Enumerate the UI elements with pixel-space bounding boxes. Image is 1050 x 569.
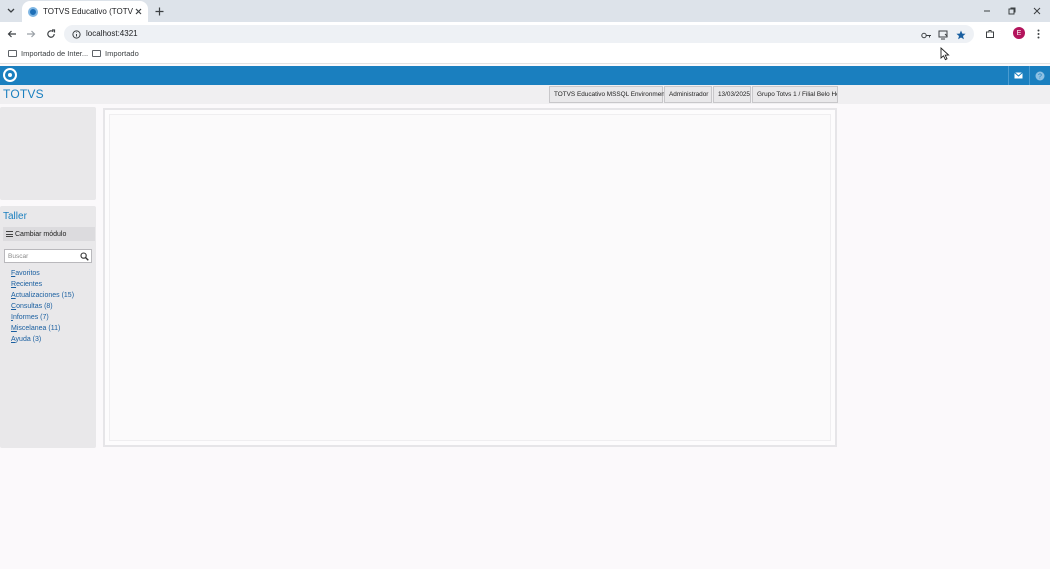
hamburger-icon (6, 231, 13, 237)
sidebar: Taller Cambiar módulo Buscar Favoritos R… (0, 206, 96, 448)
main-content-panel (103, 108, 837, 447)
mouse-cursor-icon (940, 47, 950, 61)
extensions-icon[interactable] (982, 26, 998, 42)
change-module-label: Cambiar módulo (15, 230, 67, 238)
url-text: localhost:4321 (86, 29, 138, 38)
svg-text:?: ? (1038, 73, 1042, 80)
environment-chip[interactable]: TOTVS Educativo MSSQL Environment (549, 86, 667, 103)
folder-icon (8, 50, 17, 57)
plus-icon[interactable] (152, 4, 166, 18)
install-app-icon[interactable] (936, 28, 950, 42)
browser-tab-strip: TOTVS Educativo (TOTVS) 02.9 (0, 0, 1050, 22)
minimize-icon[interactable] (979, 3, 995, 19)
close-window-icon[interactable] (1029, 3, 1045, 19)
help-icon[interactable]: ? (1029, 66, 1049, 85)
app-header: TOTVS TOTVS Educativo MSSQL Environment … (0, 85, 1050, 104)
user-chip[interactable]: Administrador (664, 86, 712, 103)
address-bar[interactable]: localhost:4321 (64, 25, 974, 43)
app-top-bar: ? (0, 66, 1050, 85)
more-icon[interactable] (1033, 27, 1043, 41)
content-area (109, 114, 831, 441)
browser-toolbar: localhost:4321 E (0, 22, 1050, 46)
bookmark-folder-1[interactable]: Importado de Inter... (8, 49, 88, 58)
bookmarks-bar: Importado de Inter... Importado (0, 46, 1050, 64)
app-logo-icon[interactable] (3, 68, 17, 82)
brand-title: TOTVS (3, 87, 44, 101)
menu-item-informes[interactable]: Informes (7) (11, 314, 74, 325)
mail-icon[interactable] (1008, 66, 1028, 85)
browser-tab[interactable]: TOTVS Educativo (TOTVS) 02.9 (22, 1, 148, 22)
search-input[interactable]: Buscar (4, 249, 92, 263)
tab-title: TOTVS Educativo (TOTVS) 02.9 (43, 7, 133, 16)
forward-icon[interactable] (23, 26, 39, 42)
back-icon[interactable] (4, 26, 20, 42)
tab-list-icon[interactable] (3, 3, 19, 19)
menu-item-consultas[interactable]: Consultas (8) (11, 303, 74, 314)
menu-item-ayuda[interactable]: Ayuda (3) (11, 336, 74, 347)
search-placeholder: Buscar (8, 253, 29, 260)
star-icon[interactable] (954, 28, 968, 42)
restore-icon[interactable] (1004, 3, 1020, 19)
search-icon[interactable] (80, 252, 89, 261)
menu-item-actualizaciones[interactable]: Actualizaciones (15) (11, 292, 74, 303)
module-menu: Favoritos Recientes Actualizaciones (15)… (11, 270, 74, 347)
sidebar-top-panel (0, 107, 96, 200)
session-info: TOTVS Educativo MSSQL Environment Admini… (549, 86, 839, 103)
company-chip[interactable]: Grupo Totvs 1 / Filial Belo Hor (752, 86, 838, 103)
change-module-button[interactable]: Cambiar módulo (3, 227, 95, 241)
bookmark-folder-2[interactable]: Importado (92, 49, 139, 58)
globe-icon (28, 6, 38, 17)
menu-item-miscelanea[interactable]: Miscelanea (11) (11, 325, 74, 336)
menu-item-recientes[interactable]: Recientes (11, 281, 74, 292)
bookmark-label: Importado (105, 49, 139, 58)
date-chip[interactable]: 13/03/2025 (713, 86, 751, 103)
folder-icon (92, 50, 101, 57)
site-info-icon[interactable] (70, 28, 82, 40)
close-icon[interactable] (132, 5, 144, 17)
module-title: Taller (3, 211, 27, 222)
reload-icon[interactable] (43, 26, 59, 42)
password-key-icon[interactable] (919, 28, 933, 42)
avatar[interactable]: E (1013, 27, 1025, 39)
menu-item-favoritos[interactable]: Favoritos (11, 270, 74, 281)
bookmark-label: Importado de Inter... (21, 49, 89, 58)
